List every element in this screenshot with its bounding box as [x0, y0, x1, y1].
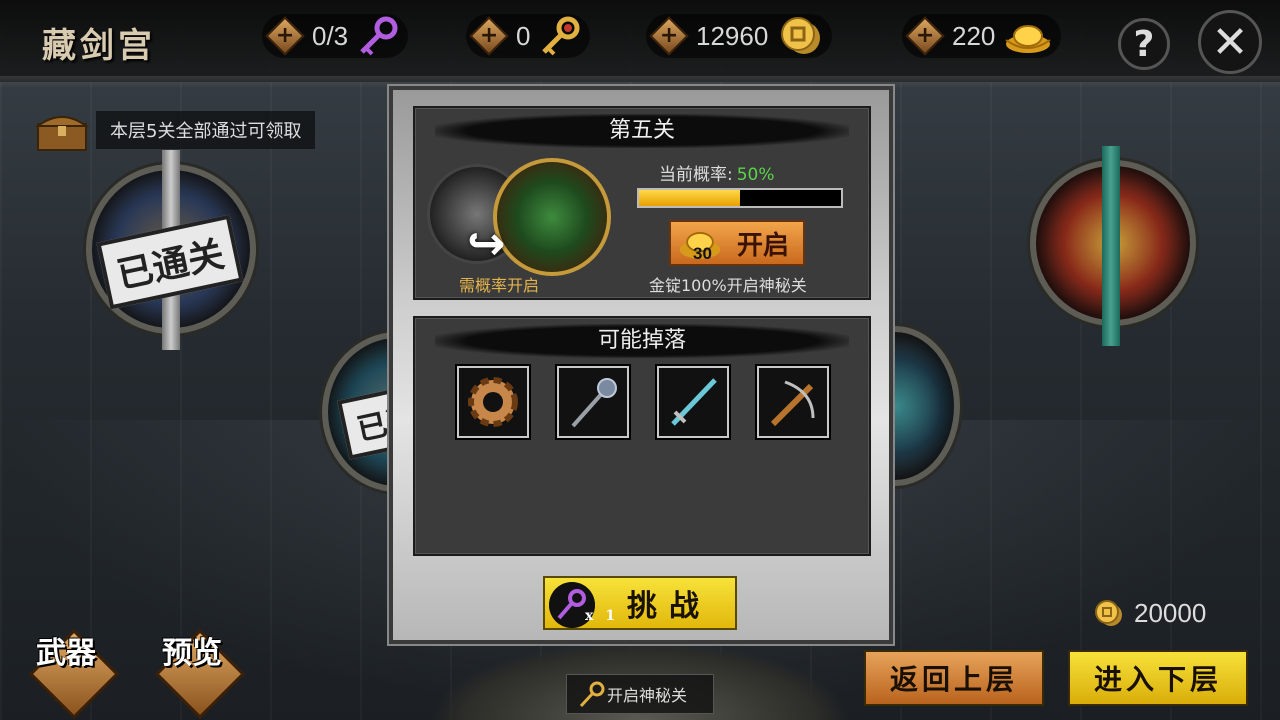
- gold-key-count: 0: [516, 20, 531, 51]
- stage-dragon-emblems: ↪: [427, 158, 617, 278]
- probability-label: 当前概率:: [659, 165, 733, 185]
- resource-purple-keys: + 0/3: [262, 14, 409, 58]
- close-button[interactable]: ✕: [1198, 10, 1262, 74]
- sword-icon: [671, 378, 717, 426]
- preview-button-label: 预览: [162, 636, 222, 671]
- sword-emblem: [1102, 146, 1120, 346]
- gold-total-value: 20000: [1134, 598, 1207, 628]
- purple-key-icon: [360, 16, 398, 56]
- stage-title: 第五关: [435, 114, 849, 148]
- probability-bar: [637, 188, 843, 208]
- drop-item-gear[interactable]: [457, 366, 529, 438]
- stage-modal: 第五关 ↪ 需概率开启 当前概率: 50% 30 开启 金锭100%开启神秘关 可…: [389, 86, 893, 644]
- need-probability-label: 需概率开启: [459, 276, 540, 295]
- coin-icon: [781, 17, 821, 54]
- arrow-icon: ↪: [467, 216, 506, 270]
- drop-slots: [457, 366, 829, 438]
- challenge-key-count: x1: [585, 608, 628, 624]
- drop-item-sword[interactable]: [657, 366, 729, 438]
- resource-gold-keys: + 0: [466, 14, 591, 58]
- open-with-ingots-button[interactable]: 30 开启: [669, 220, 805, 266]
- help-button[interactable]: ?: [1118, 18, 1170, 70]
- coin-count: 12960: [696, 20, 769, 51]
- probability-bar-fill: [639, 190, 740, 206]
- drops-title: 可能掉落: [435, 324, 849, 358]
- probability-value: 50%: [736, 165, 775, 185]
- gear-icon: [468, 377, 518, 427]
- top-bar: 藏剑宫 + 0/3 + 0 + 12960 + 220 ? ✕: [0, 0, 1280, 88]
- next-floor-button[interactable]: 进入下层: [1068, 650, 1248, 706]
- stage-info-panel: 第五关 ↪ 需概率开启 当前概率: 50% 30 开启 金锭100%开启神秘关: [413, 106, 871, 300]
- gold-ingot-icon: [1005, 25, 1051, 53]
- open-mystery-stage-button[interactable]: 开启神秘关: [566, 674, 714, 714]
- gold-total: 20000: [1092, 598, 1206, 629]
- add-coins-button[interactable]: +: [649, 16, 689, 56]
- resource-coins: + 12960: [646, 14, 833, 58]
- drop-item-crossbow[interactable]: [757, 366, 829, 438]
- add-gold-key-button[interactable]: +: [469, 16, 509, 56]
- mystery-label: 开启神秘关: [607, 686, 688, 705]
- cleared-stamp: 已通关: [96, 214, 244, 310]
- floor-reward[interactable]: 本层5关全部通过可领取: [34, 108, 316, 152]
- challenge-button[interactable]: x1 挑战: [543, 576, 737, 630]
- weapon-button-label: 武器: [36, 636, 96, 671]
- mace-icon: [571, 378, 617, 428]
- ingot-count: 220: [952, 20, 996, 51]
- treasure-chest-icon: [34, 116, 90, 151]
- add-purple-key-button[interactable]: +: [265, 16, 305, 56]
- gold-key-icon: [542, 16, 580, 56]
- weapon-button[interactable]: 武器: [28, 628, 120, 720]
- crossbow-icon: [770, 380, 815, 427]
- page-title: 藏剑宫: [42, 26, 156, 66]
- coin-icon: [1095, 599, 1122, 626]
- preview-button[interactable]: 预览: [154, 628, 246, 720]
- back-floor-button[interactable]: 返回上层: [864, 650, 1044, 706]
- gold-key-icon: [579, 681, 605, 708]
- gold-dragon-icon: [493, 158, 611, 276]
- open-button-label: 开启: [736, 230, 789, 261]
- add-ingots-button[interactable]: +: [905, 16, 945, 56]
- resource-ingots: + 220: [902, 14, 1062, 58]
- drops-panel: 可能掉落: [413, 316, 871, 556]
- purple-key-count: 0/3: [312, 20, 349, 51]
- ingot-cost: 30: [693, 244, 712, 263]
- probability-row: 当前概率: 50%: [659, 160, 775, 185]
- open-description: 金锭100%开启神秘关: [649, 276, 807, 295]
- floor-reward-text: 本层5关全部通过可领取: [96, 111, 316, 149]
- stage-medallion-locked[interactable]: [1030, 146, 1196, 346]
- stage-medallion-cleared-1[interactable]: 已通关: [86, 150, 256, 350]
- drop-item-mace[interactable]: [557, 366, 629, 438]
- challenge-label: 挑战: [627, 589, 711, 624]
